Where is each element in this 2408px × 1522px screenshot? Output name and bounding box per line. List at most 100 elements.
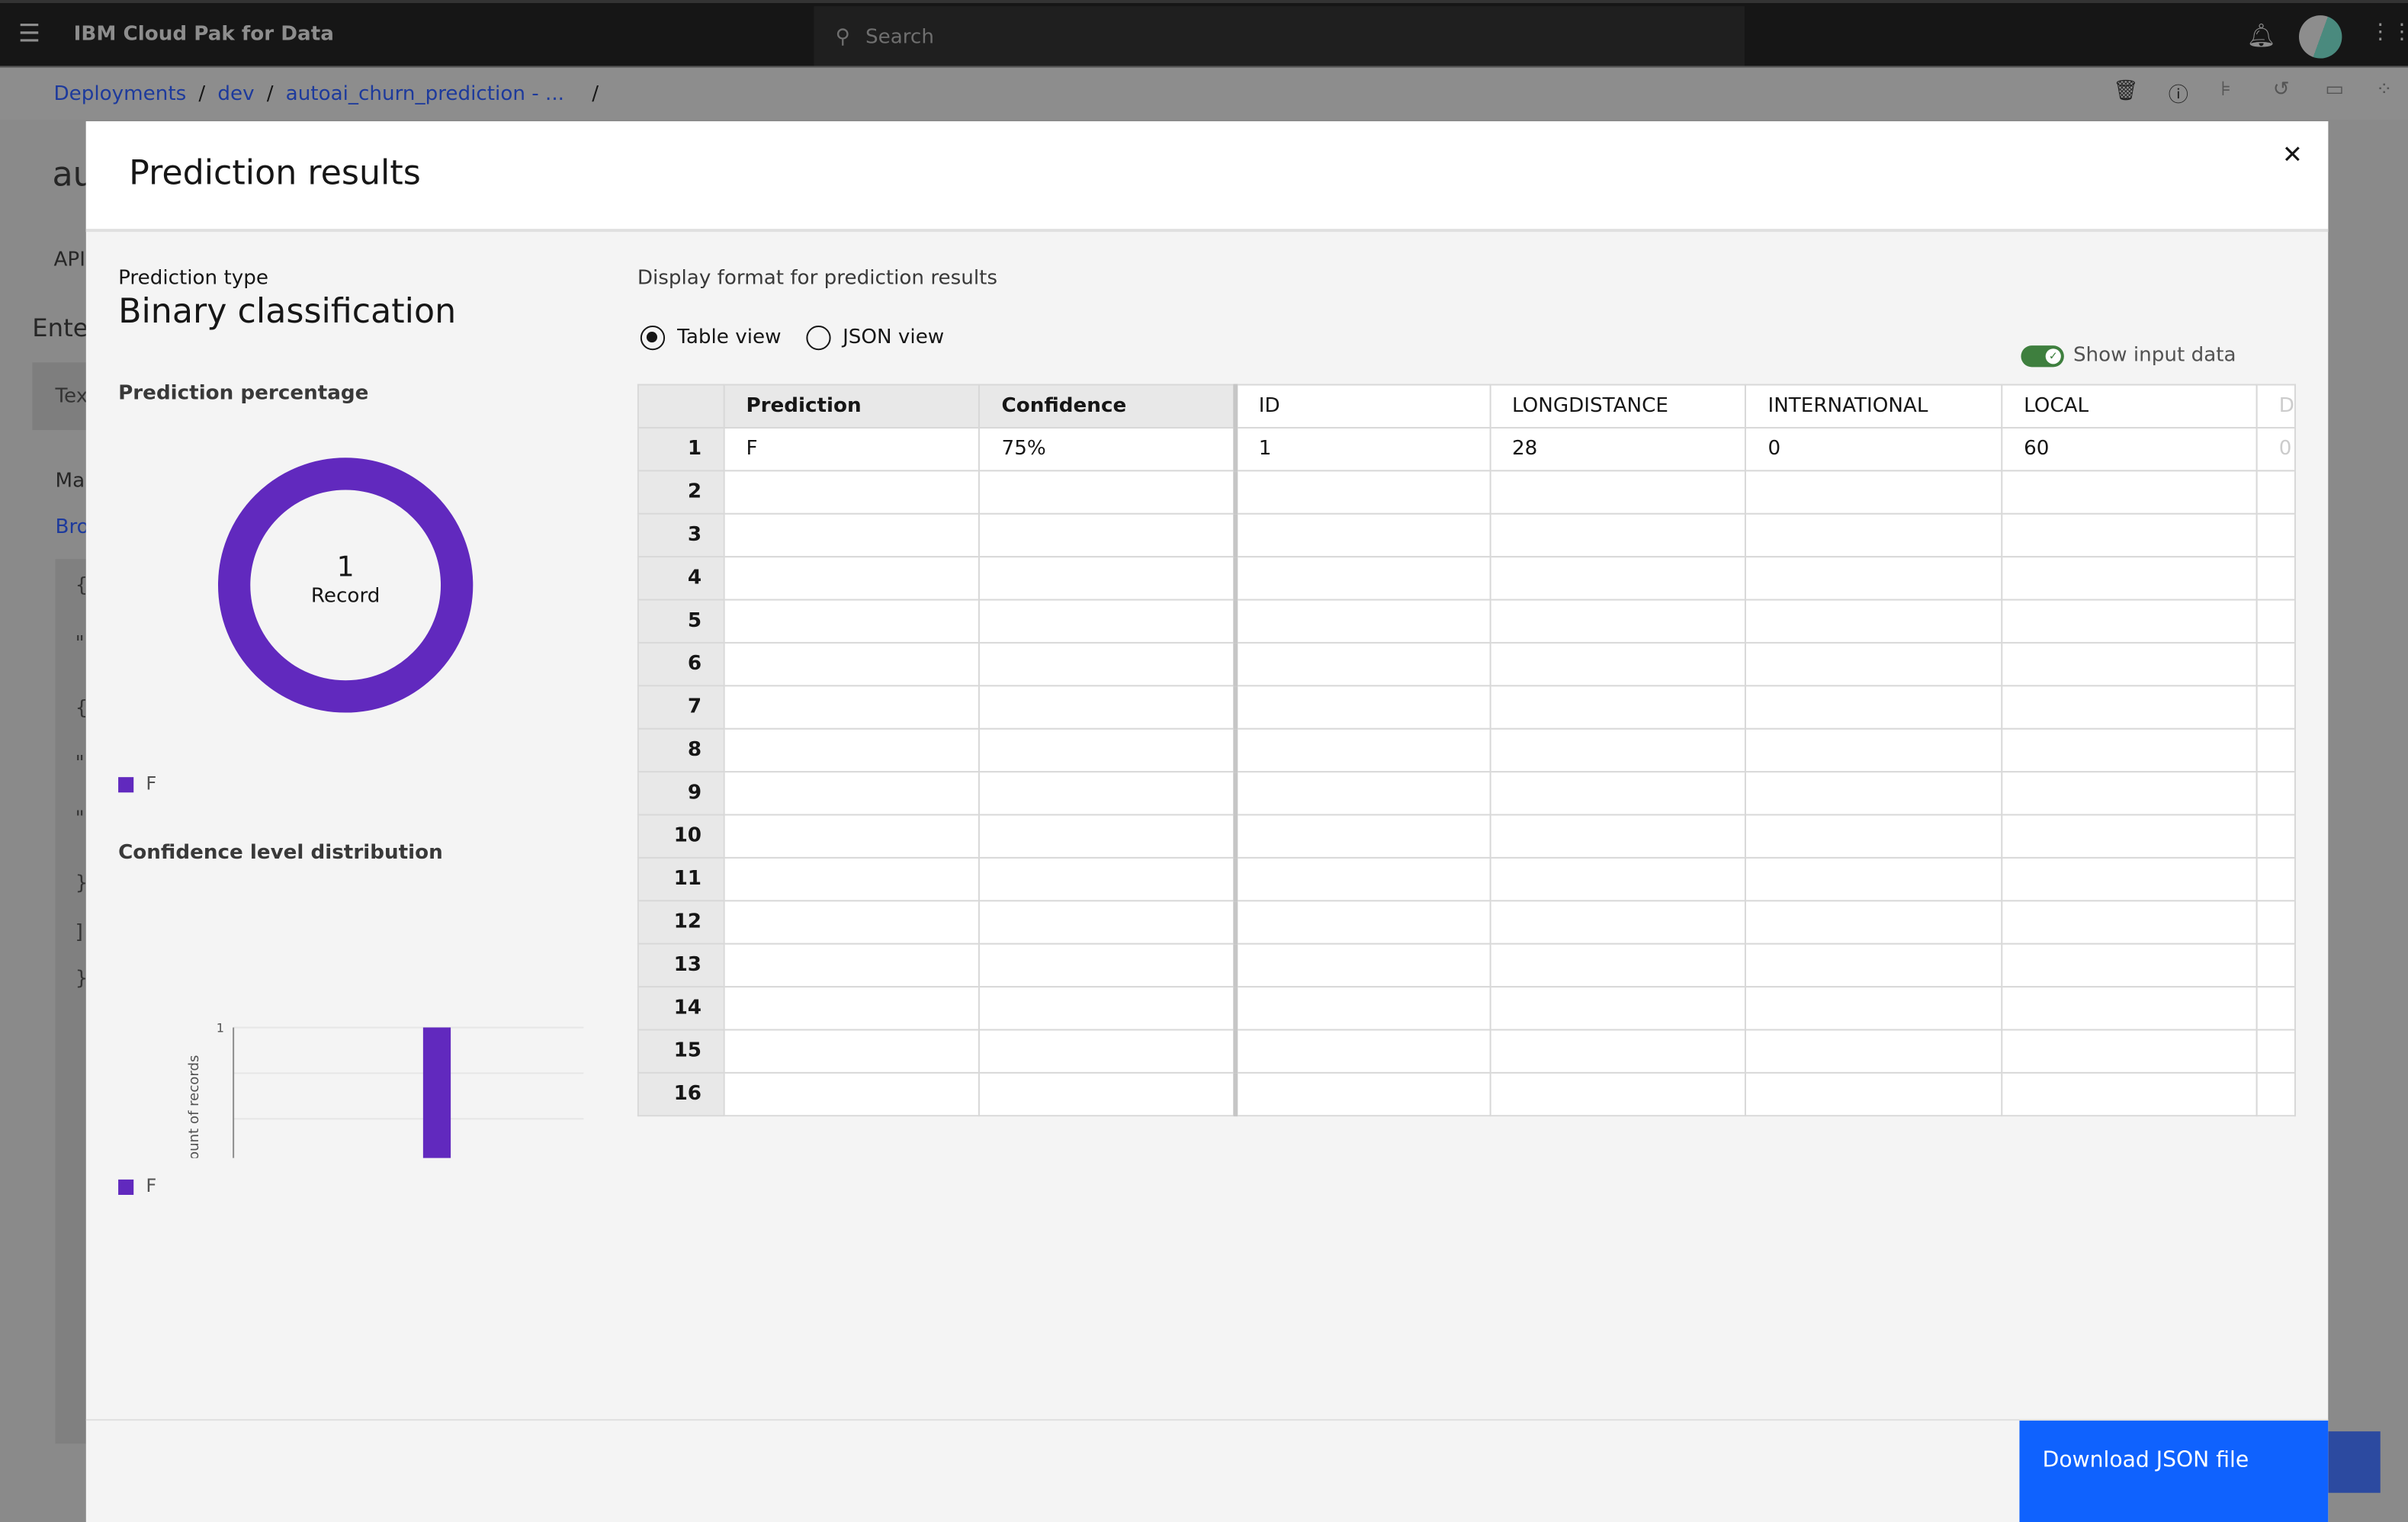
table-cell <box>2000 771 2258 816</box>
breadcrumb-deployments[interactable]: Deployments <box>53 82 186 105</box>
table-row: 14 <box>637 986 2296 1031</box>
table-cell <box>1234 814 1491 859</box>
column-header[interactable]: LONGDISTANCE <box>1488 384 1747 429</box>
table-cell <box>2000 470 2258 515</box>
table-cell <box>1745 1071 2002 1117</box>
table-cell: F <box>723 426 981 472</box>
table-row: 13 <box>637 942 2296 988</box>
comment-icon[interactable]: ▭ <box>2325 79 2344 101</box>
tab-api[interactable]: API <box>53 249 85 271</box>
table-cell <box>723 512 981 558</box>
column-header[interactable]: D <box>2255 384 2296 429</box>
apps-icon[interactable]: ⁘ <box>2376 79 2393 101</box>
search-icon: ⚲ <box>835 26 850 50</box>
table-cell <box>2000 641 2258 687</box>
column-header[interactable]: INTERNATIONAL <box>1745 384 2002 429</box>
row-number: 2 <box>637 470 725 515</box>
code-line: } <box>75 872 86 921</box>
delete-icon[interactable]: 🗑︎ <box>2113 80 2138 103</box>
table-cell <box>723 685 981 730</box>
row-number: 4 <box>637 556 725 601</box>
modal-header: Prediction results ✕ <box>85 121 2329 233</box>
results-table-container[interactable]: Prediction Confidence ID LONGDISTANCE INTERN… <box>637 384 2296 1117</box>
radio-json-view[interactable]: JSON view <box>805 325 944 351</box>
table-cell <box>978 771 1238 816</box>
bar-70-80%[interactable] <box>422 1027 451 1158</box>
table-cell <box>2000 512 2258 558</box>
menu-icon[interactable]: ☰ <box>18 18 40 47</box>
column-header[interactable]: LOCAL <box>2000 384 2258 429</box>
display-format-label: Display format for prediction results <box>637 267 998 291</box>
row-number: 5 <box>637 599 725 644</box>
bar-legend: F <box>118 1175 156 1196</box>
table-cell <box>723 814 981 859</box>
table-cell <box>978 900 1238 945</box>
radio-icon[interactable] <box>640 325 666 351</box>
table-row: 16 <box>637 1071 2296 1117</box>
table-cell <box>978 641 1238 687</box>
table-cell <box>1488 1029 1747 1074</box>
code-editor[interactable]: { " { " " } ] } <box>55 559 86 1444</box>
table-cell <box>978 942 1238 988</box>
radio-icon[interactable] <box>805 325 830 351</box>
table-cell <box>1745 599 2002 644</box>
show-input-toggle[interactable]: Show input data <box>2021 344 2236 367</box>
table-cell <box>723 556 981 601</box>
table-row: 15 <box>637 1029 2296 1074</box>
table-cell <box>1234 727 1491 773</box>
table-cell <box>2000 856 2258 902</box>
table-cell: 0 <box>2255 426 2296 472</box>
table-row: 3 <box>637 512 2296 558</box>
background-button <box>2328 1431 2381 1493</box>
prediction-type-label: Prediction type <box>118 267 268 291</box>
breadcrumb-separator: / <box>266 82 274 105</box>
table-cell <box>1488 599 1747 644</box>
table-cell <box>2255 856 2296 902</box>
table-cell <box>978 727 1238 773</box>
download-json-button[interactable]: Download JSON file <box>2019 1421 2329 1522</box>
browse-link[interactable]: Bro <box>56 516 89 539</box>
breadcrumb-deployment[interactable]: autoai_churn_prediction - ... <box>286 82 564 105</box>
row-number: 11 <box>637 856 725 902</box>
row-number-header <box>637 384 725 429</box>
toggle-switch[interactable] <box>2021 345 2064 367</box>
table-cell <box>1234 856 1491 902</box>
table-cell <box>1488 900 1747 945</box>
table-cell <box>978 1029 1238 1074</box>
table-cell: 28 <box>1488 426 1747 472</box>
app-switcher-icon[interactable]: ⋮⋮ <box>2370 20 2408 44</box>
column-header[interactable]: ID <box>1234 384 1491 429</box>
notification-bell-icon[interactable]: 🔔︎ <box>2247 21 2276 49</box>
row-number: 3 <box>637 512 725 558</box>
history-icon[interactable]: ↺ <box>2273 79 2290 101</box>
table-cell <box>1745 470 2002 515</box>
table-cell <box>978 512 1238 558</box>
table-cell <box>723 771 981 816</box>
table-row: 8 <box>637 727 2296 773</box>
table-cell <box>1234 900 1491 945</box>
close-icon[interactable]: ✕ <box>2282 140 2303 169</box>
hierarchy-icon[interactable]: ⊧ <box>2220 79 2231 101</box>
table-row: 4 <box>637 556 2296 601</box>
tab-text[interactable]: Tex <box>32 362 94 430</box>
radio-table-view[interactable]: Table view <box>640 325 782 351</box>
table-cell <box>1488 470 1747 515</box>
search-input[interactable]: ⚲ Search <box>814 6 1745 69</box>
row-number: 1 <box>637 426 725 472</box>
column-header[interactable]: Confidence <box>978 384 1238 429</box>
table-row: 11 <box>637 856 2296 902</box>
table-row: 6 <box>637 641 2296 687</box>
table-cell <box>2255 814 2296 859</box>
app-title[interactable]: IBM Cloud Pak for Data <box>74 23 334 46</box>
table-cell <box>723 856 981 902</box>
avatar[interactable] <box>2299 15 2342 59</box>
table-cell: 75% <box>978 426 1238 472</box>
breadcrumb-dev[interactable]: dev <box>217 82 254 105</box>
column-header[interactable]: Prediction <box>723 384 981 429</box>
top-bar: ☰ IBM Cloud Pak for Data ⚲Search 🔔︎ ⋮⋮ <box>0 0 2408 69</box>
table-cell <box>723 641 981 687</box>
info-icon[interactable]: ⓘ <box>2169 79 2188 108</box>
table-cell <box>1488 685 1747 730</box>
results-table: Prediction Confidence ID LONGDISTANCE INTERN… <box>637 384 2296 1117</box>
table-cell <box>2000 942 2258 988</box>
